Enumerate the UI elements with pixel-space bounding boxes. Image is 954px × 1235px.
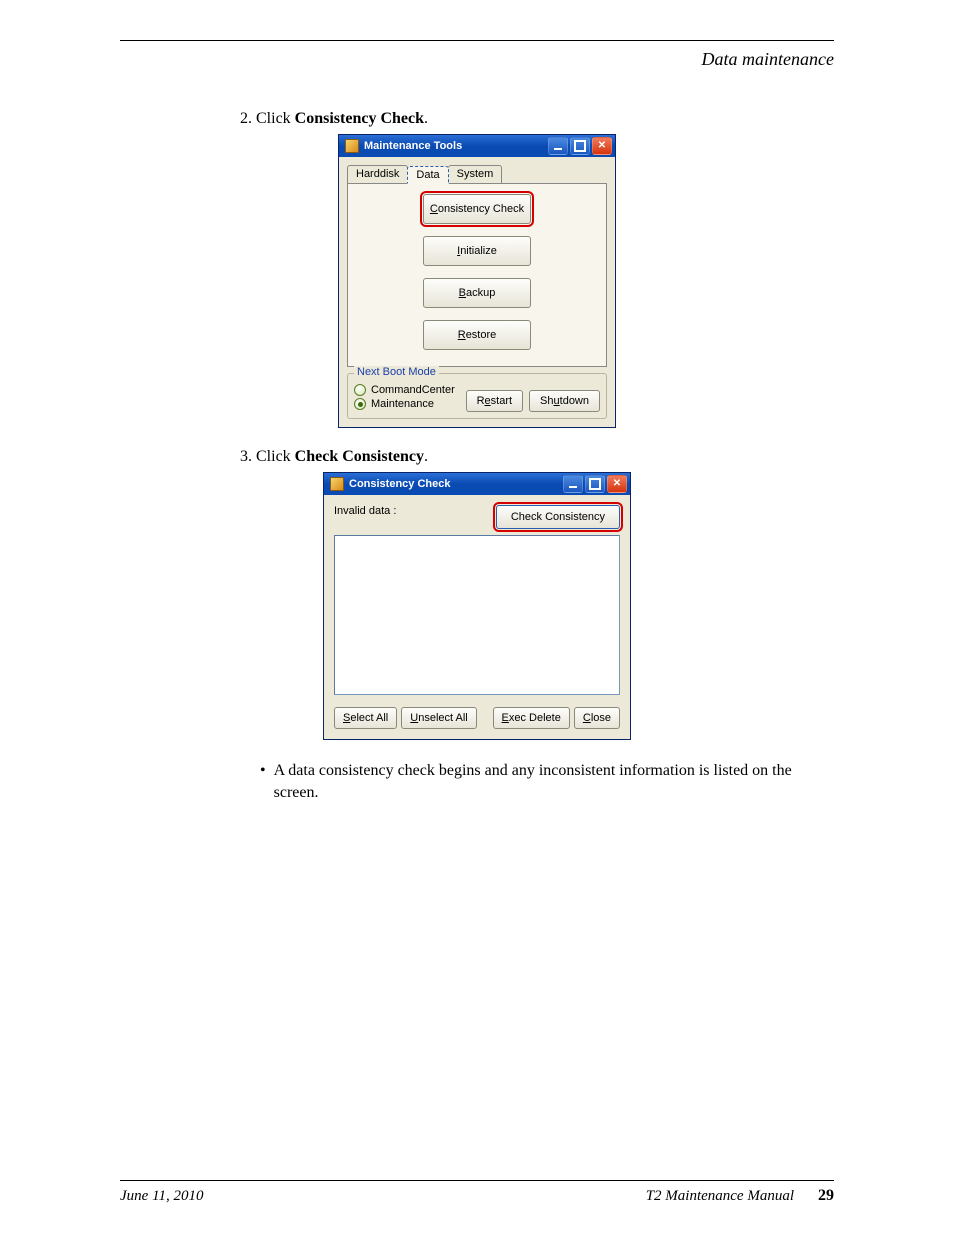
- radio-maintenance[interactable]: [354, 398, 366, 410]
- dialog1-title: Maintenance Tools: [364, 140, 462, 152]
- step-2-prefix: Click: [256, 110, 295, 127]
- close-button[interactable]: [607, 475, 627, 493]
- unselect-all-label: nselect All: [418, 712, 468, 724]
- radio-commandcenter[interactable]: [354, 384, 366, 396]
- bullet-dot: •: [260, 760, 266, 803]
- exec-delete-button[interactable]: Exec Delete: [493, 707, 570, 729]
- restart-pre: R: [477, 395, 485, 407]
- close-label: lose: [591, 712, 611, 724]
- consistency-check-button[interactable]: Consistency Check: [423, 194, 531, 224]
- header-rule: [120, 40, 834, 41]
- check-pre: C: [511, 511, 519, 523]
- dialog-maintenance-tools: Maintenance Tools Harddisk Data System C…: [338, 134, 616, 428]
- restart-button[interactable]: Restart: [466, 390, 523, 412]
- step-3-prefix: Click: [256, 448, 295, 465]
- check-consistency-button[interactable]: Check Consistency: [496, 505, 620, 529]
- shutdown-pre: Sh: [540, 395, 553, 407]
- result-bullet: • A data consistency check begins and an…: [260, 760, 814, 803]
- step-3: 3. Click Check Consistency.: [240, 448, 834, 466]
- radio-commandcenter-label: CommandCenter: [371, 384, 455, 396]
- maximize-button[interactable]: [570, 137, 590, 155]
- tab-harddisk[interactable]: Harddisk: [347, 165, 408, 183]
- step-2-bold: Consistency Check: [295, 110, 424, 127]
- titlebar: Maintenance Tools: [339, 135, 615, 157]
- titlebar: Consistency Check: [324, 473, 630, 495]
- shutdown-post: tdown: [560, 395, 589, 407]
- close-mnemonic: C: [583, 712, 591, 724]
- next-boot-mode-group: Next Boot Mode CommandCenter Maintenance…: [347, 373, 607, 419]
- step-3-bold: Check Consistency: [295, 448, 424, 465]
- dialog-consistency-check: Consistency Check Invalid data : Check C…: [323, 472, 631, 740]
- check-post: eck Consistency: [525, 511, 605, 523]
- radio-maintenance-label: Maintenance: [371, 398, 434, 410]
- restart-post: start: [491, 395, 512, 407]
- backup-mnemonic: B: [459, 287, 466, 299]
- dialog2-title: Consistency Check: [349, 478, 450, 490]
- restore-label: estore: [466, 329, 497, 341]
- unselect-all-button[interactable]: Unselect All: [401, 707, 476, 729]
- select-all-button[interactable]: Select All: [334, 707, 397, 729]
- bullet-text: A data consistency check begins and any …: [274, 760, 814, 803]
- minimize-button[interactable]: [563, 475, 583, 493]
- select-all-label: elect All: [350, 712, 388, 724]
- footer-page-number: 29: [818, 1187, 834, 1205]
- app-icon: [330, 477, 344, 491]
- page-footer: June 11, 2010 T2 Maintenance Manual 29: [120, 1180, 834, 1205]
- minimize-button[interactable]: [548, 137, 568, 155]
- exec-delete-mnemonic: E: [502, 712, 509, 724]
- consistency-mnemonic: C: [430, 203, 438, 215]
- exec-delete-label: xec Delete: [509, 712, 561, 724]
- restore-mnemonic: R: [458, 329, 466, 341]
- initialize-label: nitialize: [460, 245, 497, 257]
- step-3-number: 3.: [240, 448, 252, 465]
- close-button[interactable]: [592, 137, 612, 155]
- step-2: 2. Click Consistency Check.: [240, 110, 834, 128]
- shutdown-button[interactable]: Shutdown: [529, 390, 600, 412]
- tab-data[interactable]: Data: [407, 166, 448, 184]
- tab-panel-data: Consistency Check Initialize Backup Rest…: [347, 183, 607, 367]
- footer-manual: T2 Maintenance Manual: [646, 1188, 794, 1205]
- maximize-button[interactable]: [585, 475, 605, 493]
- tab-system[interactable]: System: [448, 165, 503, 183]
- tab-strip: Harddisk Data System: [347, 165, 607, 183]
- footer-date: June 11, 2010: [120, 1188, 203, 1205]
- app-icon: [345, 139, 359, 153]
- group-legend: Next Boot Mode: [354, 366, 439, 378]
- invalid-data-label: Invalid data :: [334, 505, 396, 517]
- initialize-button[interactable]: Initialize: [423, 236, 531, 266]
- step-2-number: 2.: [240, 110, 252, 127]
- step-3-suffix: .: [424, 448, 428, 465]
- close-dialog-button[interactable]: Close: [574, 707, 620, 729]
- step-2-suffix: .: [424, 110, 428, 127]
- invalid-data-list[interactable]: [334, 535, 620, 695]
- restore-button[interactable]: Restore: [423, 320, 531, 350]
- backup-label: ackup: [466, 287, 495, 299]
- consistency-label: onsistency Check: [438, 203, 524, 215]
- backup-button[interactable]: Backup: [423, 278, 531, 308]
- section-heading: Data maintenance: [120, 49, 834, 70]
